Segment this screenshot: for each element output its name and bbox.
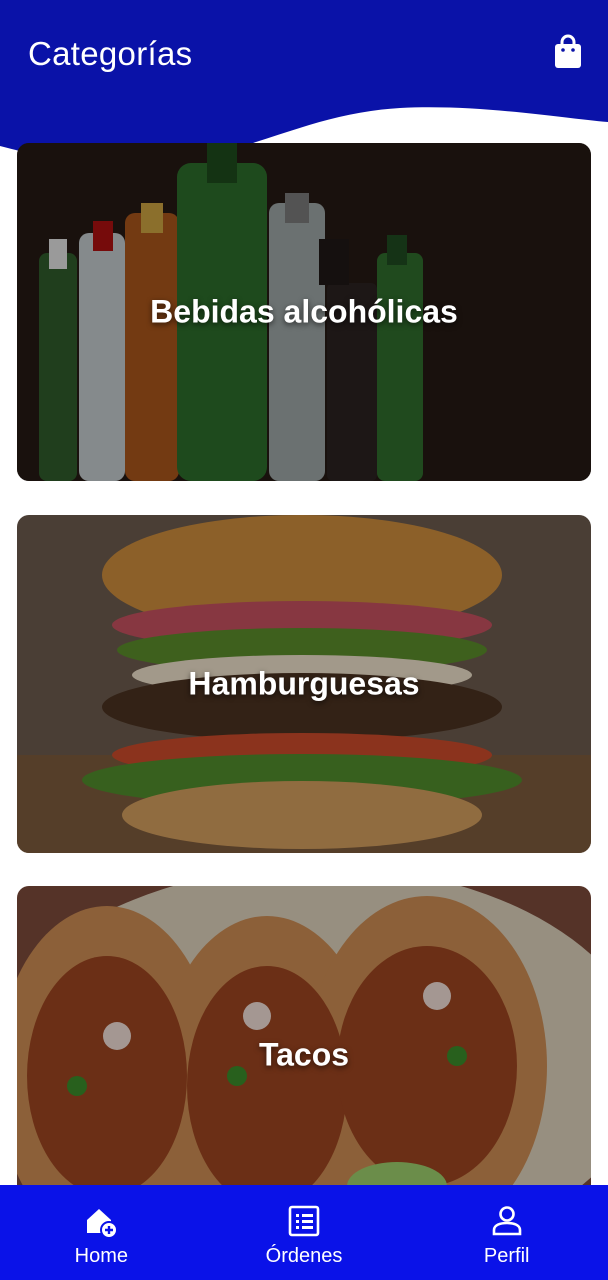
category-label: Hamburguesas xyxy=(188,665,420,702)
category-label: Tacos xyxy=(258,1036,350,1073)
bottom-nav: Home Órdenes Perfil xyxy=(0,1185,608,1280)
nav-item-perfil[interactable]: Perfil xyxy=(405,1185,608,1280)
nav-item-home[interactable]: Home xyxy=(0,1185,203,1280)
home-add-icon xyxy=(87,1209,119,1239)
page-title: Categorías xyxy=(28,35,193,72)
nav-label: Perfil xyxy=(483,1245,530,1267)
category-card-hamburguesas[interactable]: Hamburguesas xyxy=(17,515,591,853)
category-card-bebidas[interactable]: Bebidas alcohólicas xyxy=(17,143,591,481)
category-label: Bebidas alcohólicas xyxy=(150,293,458,330)
list-icon xyxy=(288,1205,320,1237)
nav-label: Órdenes xyxy=(265,1245,343,1267)
category-card-tacos[interactable]: Tacos xyxy=(17,886,591,1224)
shopping-bag-icon[interactable] xyxy=(552,34,584,70)
person-icon xyxy=(492,1206,521,1236)
nav-item-ordenes[interactable]: Órdenes xyxy=(203,1185,406,1280)
nav-label: Home xyxy=(74,1245,129,1267)
